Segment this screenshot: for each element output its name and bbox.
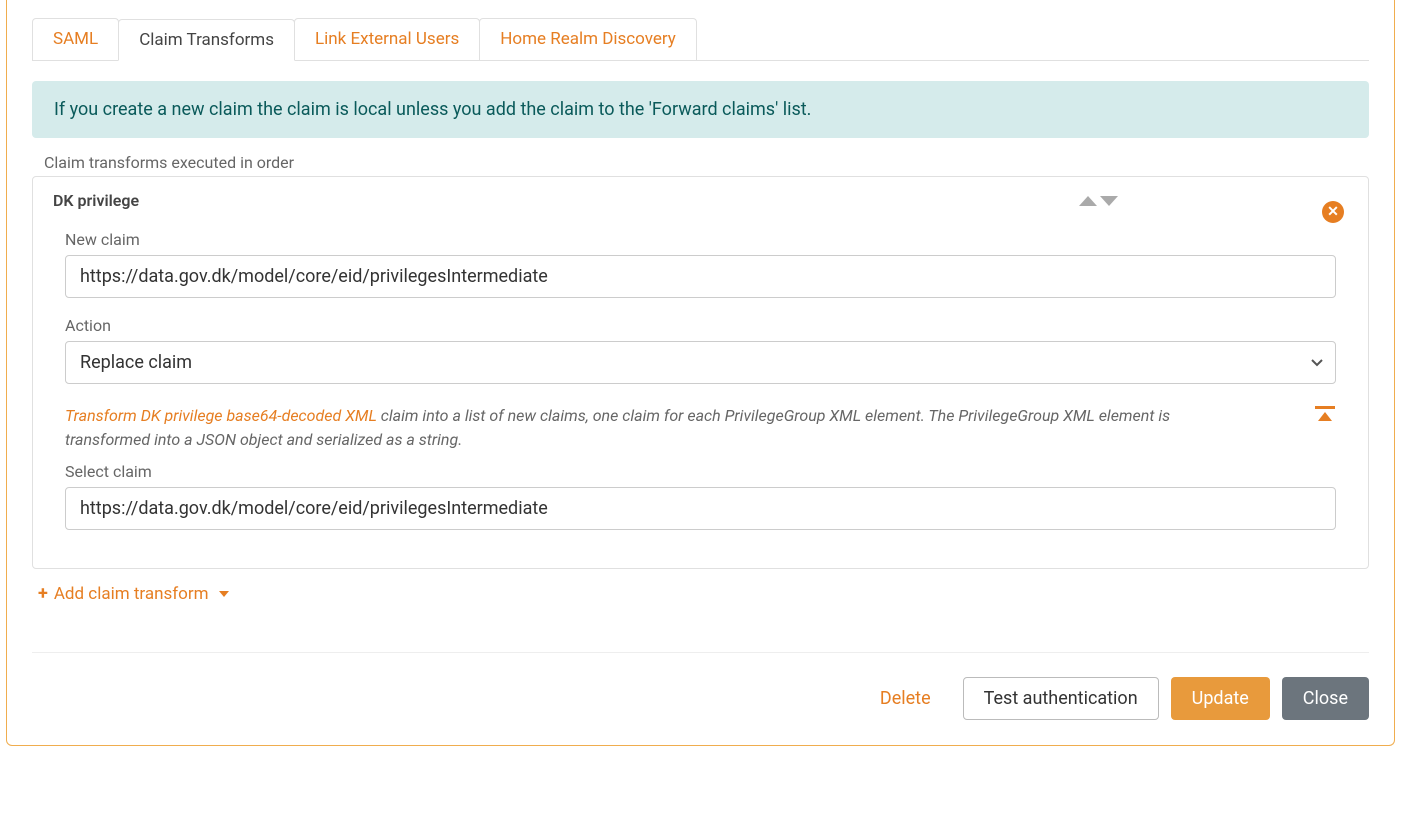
test-authentication-button[interactable]: Test authentication <box>963 677 1159 720</box>
tab-saml[interactable]: SAML <box>32 18 119 60</box>
tab-bar: SAML Claim Transforms Link External User… <box>32 0 1369 61</box>
action-field: Action Replace claim <box>65 316 1336 384</box>
footer-actions: Delete Test authentication Update Close <box>32 652 1369 720</box>
add-transform-row: + Add claim transform <box>38 583 1369 604</box>
tab-home-realm-discovery[interactable]: Home Realm Discovery <box>479 18 697 60</box>
add-claim-transform-link[interactable]: + Add claim transform <box>38 583 229 604</box>
move-up-icon[interactable] <box>1079 196 1097 206</box>
reorder-controls <box>1079 196 1118 206</box>
card-body: New claim Action Replace claim Transform… <box>33 210 1368 568</box>
move-down-icon[interactable] <box>1100 196 1118 206</box>
info-banner: If you create a new claim the claim is l… <box>32 81 1369 138</box>
tab-claim-transforms[interactable]: Claim Transforms <box>118 19 295 61</box>
section-label: Claim transforms executed in order <box>44 153 1369 172</box>
remove-icon[interactable]: ✕ <box>1322 201 1344 223</box>
new-claim-label: New claim <box>65 230 1336 249</box>
help-link[interactable]: Transform DK privilege base64-decoded XM… <box>65 406 377 425</box>
collapse-icon[interactable] <box>1314 404 1336 428</box>
new-claim-field: New claim <box>65 230 1336 298</box>
action-select[interactable]: Replace claim <box>65 341 1336 384</box>
panel-container: SAML Claim Transforms Link External User… <box>6 0 1395 746</box>
help-row: Transform DK privilege base64-decoded XM… <box>65 404 1336 452</box>
tab-link-external-users[interactable]: Link External Users <box>294 18 480 60</box>
update-button[interactable]: Update <box>1171 677 1270 720</box>
close-button[interactable]: Close <box>1282 677 1369 720</box>
caret-down-icon <box>219 591 229 597</box>
action-label: Action <box>65 316 1336 335</box>
plus-icon: + <box>38 583 48 604</box>
select-claim-field: Select claim <box>65 462 1336 530</box>
delete-button[interactable]: Delete <box>860 678 951 719</box>
claim-transform-card: DK privilege ✕ New claim Action Replace … <box>32 176 1369 569</box>
help-text: Transform DK privilege base64-decoded XM… <box>65 404 1314 452</box>
add-link-label: Add claim transform <box>54 584 209 604</box>
new-claim-input[interactable] <box>65 255 1336 298</box>
select-claim-label: Select claim <box>65 462 1336 481</box>
card-title: DK privilege <box>53 191 139 210</box>
card-header: DK privilege <box>33 177 1368 210</box>
select-claim-input[interactable] <box>65 487 1336 530</box>
